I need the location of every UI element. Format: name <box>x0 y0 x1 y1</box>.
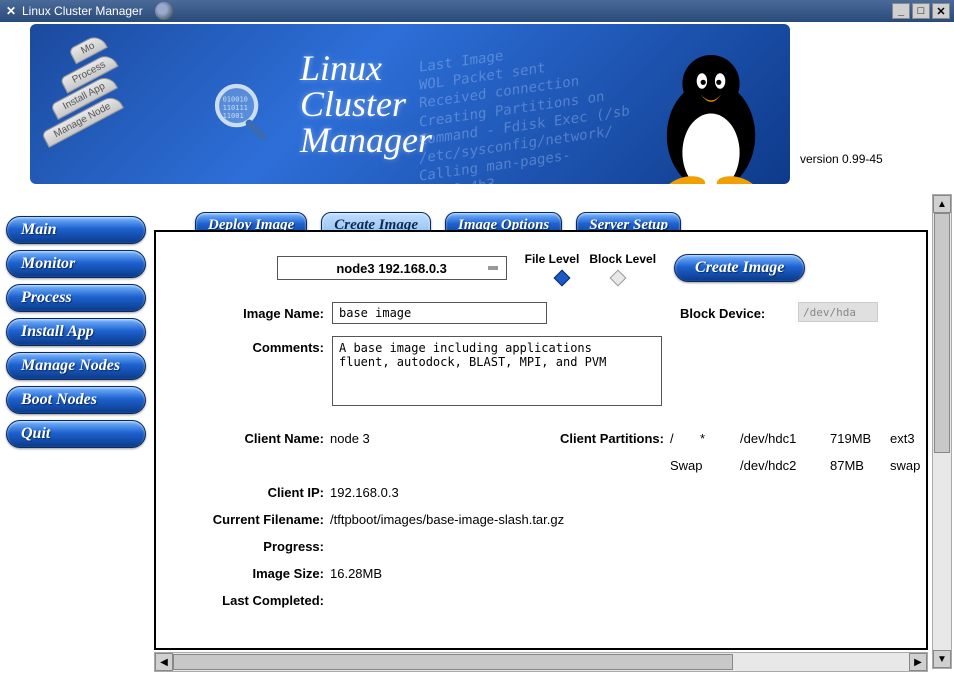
maximize-button[interactable]: □ <box>912 3 930 19</box>
client-name-label: Client Name: <box>174 431 324 446</box>
horizontal-scrollbar[interactable]: ◀ ▶ <box>154 652 928 672</box>
sidebar-item-install-app[interactable]: Install App <box>6 318 146 346</box>
sidebar: Main Monitor Process Install App Manage … <box>6 216 146 448</box>
image-size-label: Image Size: <box>174 566 324 581</box>
banner-title-line: Manager <box>300 122 432 158</box>
main-panel: node3 192.168.0.3 File Level Block Level… <box>154 230 928 650</box>
client-partitions-label: Client Partitions: <box>524 431 664 446</box>
image-size-value: 16.28MB <box>324 566 934 581</box>
image-name-input[interactable] <box>332 302 547 324</box>
progress-value <box>324 539 934 554</box>
image-name-label: Image Name: <box>174 302 324 321</box>
file-level-label: File Level <box>525 252 580 266</box>
client-ip-label: Client IP: <box>174 485 324 500</box>
minimize-button[interactable]: _ <box>892 3 910 19</box>
partition-dev: /dev/hdc1 <box>734 431 824 446</box>
vertical-scrollbar[interactable]: ▲ ▼ <box>932 194 952 669</box>
banner: Mo Process Install App Manage Node 01001… <box>30 24 790 184</box>
level-group: File Level Block Level <box>525 252 656 284</box>
file-level-radio[interactable] <box>554 270 571 287</box>
partition-mount: Swap <box>664 458 694 473</box>
version-label: version 0.99-45 <box>800 152 883 166</box>
comments-label: Comments: <box>174 336 324 355</box>
sidebar-item-main[interactable]: Main <box>6 216 146 244</box>
scroll-right-icon[interactable]: ▶ <box>909 653 927 671</box>
tux-icon <box>646 42 776 172</box>
svg-text:11001: 11001 <box>223 112 244 120</box>
create-image-button[interactable]: Create Image <box>674 254 805 282</box>
banner-title-line: Cluster <box>300 86 432 122</box>
current-filename-value: /tftpboot/images/base-image-slash.tar.gz <box>324 512 934 527</box>
sidebar-item-process[interactable]: Process <box>6 284 146 312</box>
partition-flag: * <box>694 431 734 446</box>
last-completed-label: Last Completed: <box>174 593 324 608</box>
partition-fs: ext3 <box>884 431 934 446</box>
window-title: Linux Cluster Manager <box>22 4 143 18</box>
app-icon: ✕ <box>4 4 18 18</box>
current-filename-label: Current Filename: <box>174 512 324 527</box>
banner-ghost-text: Last Image WOL Packet sent Received conn… <box>419 29 630 184</box>
partition-flag <box>694 458 734 473</box>
sidebar-item-monitor[interactable]: Monitor <box>6 250 146 278</box>
close-button[interactable]: ✕ <box>932 3 950 19</box>
last-completed-value <box>324 593 934 608</box>
banner-tabs: Mo Process Install App Manage Node <box>40 36 180 176</box>
block-level-radio[interactable] <box>610 270 627 287</box>
banner-title-line: Linux <box>300 50 432 86</box>
partition-mount: / <box>664 431 694 446</box>
node-select[interactable]: node3 192.168.0.3 <box>277 256 507 280</box>
svg-text:110111: 110111 <box>223 104 248 112</box>
dropdown-caret-icon <box>488 266 498 270</box>
comments-input[interactable] <box>332 336 662 406</box>
window-titlebar: ✕ Linux Cluster Manager _ □ ✕ <box>0 0 954 22</box>
scroll-up-icon[interactable]: ▲ <box>933 195 951 213</box>
partition-size: 87MB <box>824 458 884 473</box>
partition-size: 719MB <box>824 431 884 446</box>
magnifier-icon: 01001011011111001 <box>210 79 280 149</box>
partition-fs: swap <box>884 458 934 473</box>
scroll-down-icon[interactable]: ▼ <box>933 650 951 668</box>
block-device-label: Block Device: <box>680 302 790 321</box>
sidebar-item-manage-nodes[interactable]: Manage Nodes <box>6 352 146 380</box>
client-ip-value: 192.168.0.3 <box>324 485 524 500</box>
sidebar-item-quit[interactable]: Quit <box>6 420 146 448</box>
scroll-thumb[interactable] <box>173 654 733 670</box>
client-name-value: node 3 <box>324 431 524 446</box>
partition-dev: /dev/hdc2 <box>734 458 824 473</box>
node-select-value: node3 192.168.0.3 <box>336 261 447 276</box>
distro-icon <box>155 2 173 20</box>
scroll-thumb[interactable] <box>934 213 950 453</box>
block-device-value: /dev/hda <box>798 302 878 322</box>
scroll-left-icon[interactable]: ◀ <box>155 653 173 671</box>
progress-label: Progress: <box>174 539 324 554</box>
block-level-label: Block Level <box>589 252 656 266</box>
svg-text:010010: 010010 <box>223 95 248 103</box>
sidebar-item-boot-nodes[interactable]: Boot Nodes <box>6 386 146 414</box>
